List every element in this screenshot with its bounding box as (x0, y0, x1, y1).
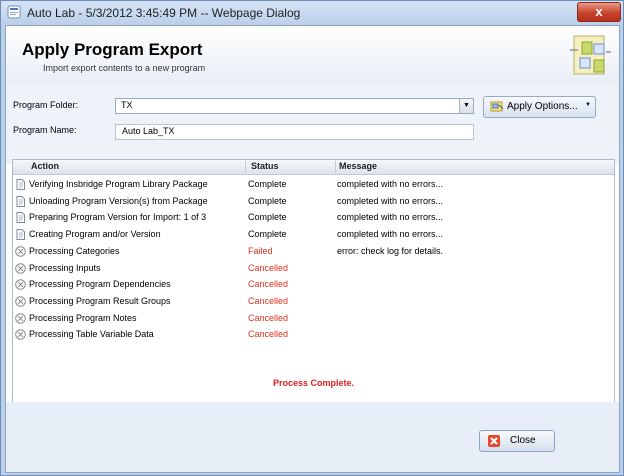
row-action: Unloading Program Version(s) from Packag… (29, 195, 208, 206)
row-status: Cancelled (248, 295, 289, 306)
action-table: Action Status Message Verifying Insbridg… (12, 159, 615, 404)
dialog-client: Apply Program Export Import export conte… (5, 25, 620, 473)
table-row[interactable]: Preparing Program Version for Import: 1 … (13, 210, 614, 226)
table-row[interactable]: Processing Program Dependencies Cancelled (13, 277, 614, 293)
dialog-footer: Close (6, 402, 619, 472)
process-status: Process Complete. (272, 378, 355, 388)
row-status: Complete (248, 179, 287, 189)
document-icon (16, 229, 25, 241)
row-message: completed with no errors... (337, 212, 444, 223)
apply-options-label: Apply Options... (507, 101, 578, 112)
window-title: Auto Lab - 5/3/2012 3:45:49 PM -- Webpag… (27, 6, 301, 20)
cancel-icon (15, 312, 26, 324)
table-row[interactable]: Unloading Program Version(s) from Packag… (13, 194, 614, 210)
cancel-icon (15, 262, 26, 274)
row-action: Creating Program and/or Version (29, 229, 161, 240)
page-subtitle: Import export contents to a new program (43, 63, 206, 73)
row-status: Cancelled (248, 262, 289, 273)
apply-options-icon (490, 101, 504, 112)
row-message: error: check log for details. (337, 245, 444, 256)
column-header-status[interactable]: Status (251, 161, 279, 171)
table-header: Action Status Message (13, 160, 614, 175)
cancel-icon (15, 279, 26, 290)
row-action: Preparing Program Version for Import: 1 … (29, 212, 207, 223)
column-divider (335, 161, 336, 173)
ie-page-icon (7, 5, 21, 19)
row-action: Verifying Insbridge Program Library Pack… (29, 179, 208, 189)
dialog-window: Auto Lab - 5/3/2012 3:45:49 PM -- Webpag… (0, 0, 624, 476)
column-header-action[interactable]: Action (31, 161, 59, 171)
window-close-button[interactable]: x (577, 2, 621, 22)
row-action: Processing Inputs (29, 262, 101, 273)
cancel-icon (15, 329, 26, 341)
chevron-down-icon[interactable]: ▼ (459, 99, 473, 113)
close-icon (488, 435, 500, 447)
export-program-icon (570, 35, 611, 75)
dialog-header: Apply Program Export Import export conte… (6, 26, 619, 85)
row-action: Processing Program Result Groups (29, 295, 171, 306)
row-action: Processing Program Dependencies (29, 279, 171, 290)
table-row[interactable]: Creating Program and/or Version Complete c… (13, 227, 614, 243)
row-status: Cancelled (248, 329, 289, 340)
row-message: completed with no errors... (337, 179, 444, 189)
row-action: Processing Program Notes (29, 312, 137, 323)
page-title: Apply Program Export (22, 40, 203, 59)
column-header-message[interactable]: Message (339, 161, 377, 171)
document-icon (16, 212, 25, 224)
row-status: Cancelled (248, 279, 289, 290)
close-button[interactable]: Close (479, 430, 555, 452)
row-action: Processing Table Variable Data (29, 329, 154, 340)
program-folder-value: TX (121, 100, 133, 110)
row-message: completed with no errors... (337, 195, 444, 206)
program-folder-label: Program Folder: (13, 100, 79, 110)
table-row[interactable]: Processing Categories Failed error: check … (13, 244, 614, 260)
title-bar[interactable]: Auto Lab - 5/3/2012 3:45:49 PM -- Webpag… (1, 1, 623, 23)
document-icon (16, 179, 25, 190)
apply-options-button[interactable]: Apply Options... ▼ (483, 96, 596, 118)
table-row[interactable]: Verifying Insbridge Program Library Pack… (13, 177, 614, 193)
row-status: Failed (248, 245, 273, 256)
row-status: Complete (248, 212, 287, 223)
document-icon (16, 195, 25, 207)
row-message: completed with no errors... (337, 229, 444, 240)
row-status: Complete (248, 229, 287, 240)
column-divider (245, 161, 246, 173)
row-action: Processing Categories (29, 245, 120, 256)
program-name-input[interactable]: Auto Lab_TX (115, 124, 474, 140)
dropdown-arrow-icon: ▼ (585, 102, 591, 108)
table-row[interactable]: Processing Inputs Cancelled (13, 261, 614, 277)
row-status: Cancelled (248, 312, 289, 323)
cancel-icon (15, 245, 26, 257)
program-name-value: Auto Lab_TX (122, 126, 175, 136)
program-folder-select[interactable]: TX ▼ (115, 98, 474, 114)
table-row[interactable]: Processing Program Result Groups Cancelle… (13, 294, 614, 310)
program-form: Program Folder: TX ▼ Program Name: Auto … (6, 84, 619, 164)
program-name-label: Program Name: (13, 125, 77, 135)
table-row[interactable]: Processing Program Notes Cancelled (13, 311, 614, 327)
close-icon: x (595, 4, 603, 19)
row-status: Complete (248, 195, 287, 206)
table-row[interactable]: Processing Table Variable Data Cancelled (13, 327, 614, 343)
close-button-label: Close (510, 435, 536, 446)
cancel-icon (15, 296, 26, 307)
